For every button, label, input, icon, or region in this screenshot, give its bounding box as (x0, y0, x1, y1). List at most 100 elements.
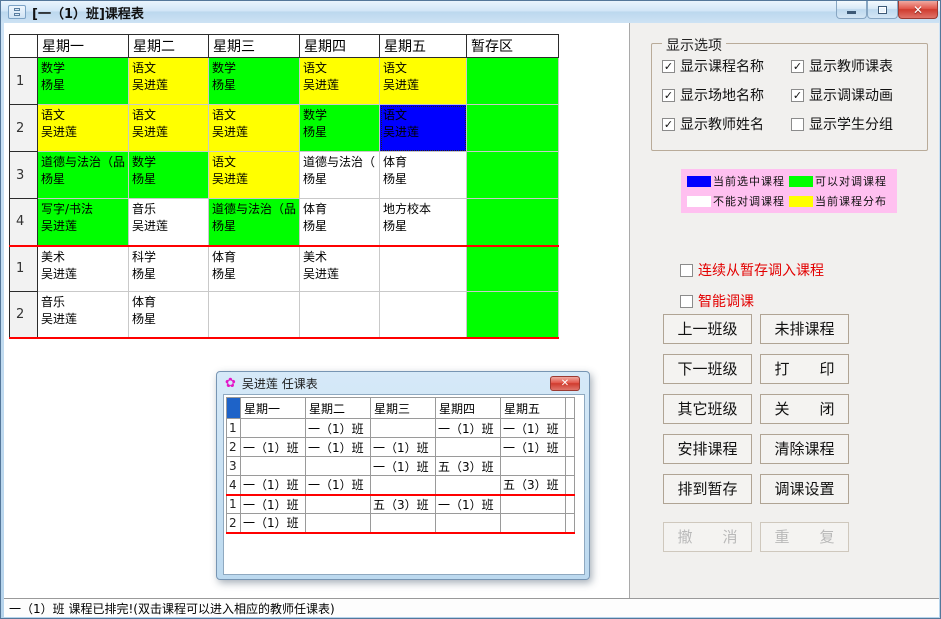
action-button-下一班级[interactable]: 下一班级 (663, 354, 752, 384)
action-button-清除课程[interactable]: 清除课程 (760, 434, 849, 464)
staging-cell[interactable] (466, 151, 560, 199)
display-option-4-box[interactable]: ✓ (662, 117, 675, 131)
popup-cell[interactable]: 五（3）班 (500, 475, 566, 496)
display-option-5[interactable]: 显示学生分组 (791, 114, 920, 134)
timetable-cell[interactable] (208, 291, 301, 339)
popup-cell[interactable] (435, 513, 501, 534)
timetable-cell[interactable]: 数学 杨星 (36, 57, 130, 105)
display-option-0[interactable]: ✓ 显示课程名称 (662, 56, 791, 76)
popup-cell[interactable]: 一（1）班 (500, 437, 566, 457)
timetable-cell[interactable]: 体育 杨星 (128, 291, 210, 339)
popup-cell[interactable] (370, 513, 436, 534)
action-button-关闭[interactable]: 关 闭 (760, 394, 849, 424)
popup-cell[interactable]: 一（1）班 (240, 513, 306, 534)
popup-cell[interactable] (305, 513, 371, 534)
timetable-cell[interactable]: 美术 吴进莲 (299, 244, 381, 292)
teacher-schedule-popup[interactable]: ✿ 吴进莲 任课表 ✕ 星期一 星期二 星期三 星期四 星期五 1 一（1）班 一（1）班一… (216, 371, 590, 580)
timetable-cell[interactable]: 数学 杨星 (208, 57, 301, 105)
popup-cell[interactable]: 五（3）班 (370, 493, 436, 514)
timetable-cell[interactable]: 道德与法治（ 杨星 (299, 151, 381, 199)
timetable-cell[interactable]: 语文 吴进莲 (128, 104, 210, 152)
timetable-cell[interactable]: 数学 杨星 (128, 151, 210, 199)
popup-cell[interactable]: 一（1）班 (370, 456, 436, 476)
action-button-未排课程[interactable]: 未排课程 (760, 314, 849, 344)
action-button-安排课程[interactable]: 安排课程 (663, 434, 752, 464)
display-option-3[interactable]: ✓ 显示调课动画 (791, 85, 920, 105)
display-option-2[interactable]: ✓ 显示场地名称 (662, 85, 791, 105)
timetable-cell[interactable]: 体育 杨星 (299, 198, 381, 247)
popup-cell[interactable] (240, 456, 306, 476)
display-option-3-box[interactable]: ✓ (791, 88, 804, 102)
popup-cell[interactable]: 一（1）班 (305, 437, 371, 457)
popup-cell[interactable] (370, 418, 436, 438)
timetable-cell[interactable]: 道德与法治（品 杨星 (208, 198, 301, 247)
popup-cell[interactable]: 一（1）班 (435, 493, 501, 514)
popup-cell[interactable] (435, 437, 501, 457)
action-button-排到暂存[interactable]: 排到暂存 (663, 474, 752, 504)
popup-cell[interactable] (435, 475, 501, 496)
popup-cell[interactable]: 一（1）班 (240, 493, 306, 514)
popup-title-bar[interactable]: ✿ 吴进莲 任课表 ✕ (217, 372, 589, 394)
extra-option-1[interactable]: 智能调课 (680, 291, 824, 311)
timetable-cell[interactable]: 体育 杨星 (208, 244, 301, 292)
action-button-重复[interactable]: 重 复 (760, 522, 849, 552)
extra-option-0-box[interactable] (680, 263, 693, 277)
timetable-cell[interactable] (379, 291, 468, 339)
timetable-cell[interactable]: 写字/书法 吴进莲 (36, 198, 130, 247)
popup-cell[interactable]: 一（1）班 (500, 418, 566, 438)
timetable-cell[interactable]: 语文 吴进莲 (379, 104, 468, 152)
popup-cell[interactable]: 一（1）班 (240, 475, 306, 496)
close-button[interactable]: ✕ (898, 1, 938, 19)
staging-cell[interactable] (466, 291, 560, 339)
popup-cell[interactable]: 一（1）班 (305, 475, 371, 496)
timetable-cell[interactable]: 语文 吴进莲 (299, 57, 381, 105)
extra-option-0[interactable]: 连续从暂存调入课程 (680, 260, 824, 280)
action-button-撤消[interactable]: 撤 消 (663, 522, 752, 552)
popup-cell[interactable] (305, 493, 371, 514)
minimize-button[interactable] (836, 1, 867, 19)
timetable-cell[interactable]: 语文 吴进莲 (379, 57, 468, 105)
title-bar[interactable]: [一（1）班]课程表 ✕ (1, 1, 940, 23)
display-option-0-box[interactable]: ✓ (662, 59, 675, 73)
action-button-上一班级[interactable]: 上一班级 (663, 314, 752, 344)
timetable-cell[interactable]: 科学 杨星 (128, 244, 210, 292)
popup-close-button[interactable]: ✕ (550, 376, 580, 391)
timetable-cell[interactable]: 语文 吴进莲 (208, 151, 301, 199)
staging-cell[interactable] (466, 244, 560, 292)
display-option-1[interactable]: ✓ 显示教师课表 (791, 56, 920, 76)
maximize-button[interactable] (867, 1, 898, 19)
display-option-5-box[interactable] (791, 117, 804, 131)
popup-cell[interactable]: 一（1）班 (435, 418, 501, 438)
timetable-cell[interactable]: 语文 吴进莲 (128, 57, 210, 105)
popup-cell[interactable] (500, 456, 566, 476)
extra-option-1-box[interactable] (680, 294, 693, 308)
display-option-1-box[interactable]: ✓ (791, 59, 804, 73)
popup-cell[interactable]: 一（1）班 (240, 437, 306, 457)
popup-cell[interactable]: 五（3）班 (435, 456, 501, 476)
timetable-cell[interactable]: 美术 吴进莲 (36, 244, 130, 292)
staging-cell[interactable] (466, 57, 560, 105)
popup-cell[interactable] (305, 456, 371, 476)
popup-cell[interactable] (240, 418, 306, 438)
action-button-调课设置[interactable]: 调课设置 (760, 474, 849, 504)
timetable-cell[interactable]: 道德与法治（品 杨星 (36, 151, 130, 199)
timetable-cell[interactable] (299, 291, 381, 339)
timetable-cell[interactable]: 语文 吴进莲 (36, 104, 130, 152)
display-option-2-box[interactable]: ✓ (662, 88, 675, 102)
timetable-cell[interactable]: 体育 杨星 (379, 151, 468, 199)
popup-cell[interactable] (370, 475, 436, 496)
timetable-cell[interactable]: 数学 杨星 (299, 104, 381, 152)
popup-cell[interactable]: 一（1）班 (305, 418, 371, 438)
action-button-其它班级[interactable]: 其它班级 (663, 394, 752, 424)
action-button-打印[interactable]: 打 印 (760, 354, 849, 384)
timetable-cell[interactable]: 音乐 吴进莲 (128, 198, 210, 247)
timetable-cell[interactable]: 地方校本 杨星 (379, 198, 468, 247)
popup-cell[interactable]: 一（1）班 (370, 437, 436, 457)
timetable-cell[interactable] (379, 244, 468, 292)
timetable-cell[interactable]: 音乐 吴进莲 (36, 291, 130, 339)
timetable-cell[interactable]: 语文 吴进莲 (208, 104, 301, 152)
popup-cell[interactable] (500, 493, 566, 514)
popup-cell[interactable] (500, 513, 566, 534)
display-option-4[interactable]: ✓ 显示教师姓名 (662, 114, 791, 134)
staging-cell[interactable] (466, 198, 560, 247)
